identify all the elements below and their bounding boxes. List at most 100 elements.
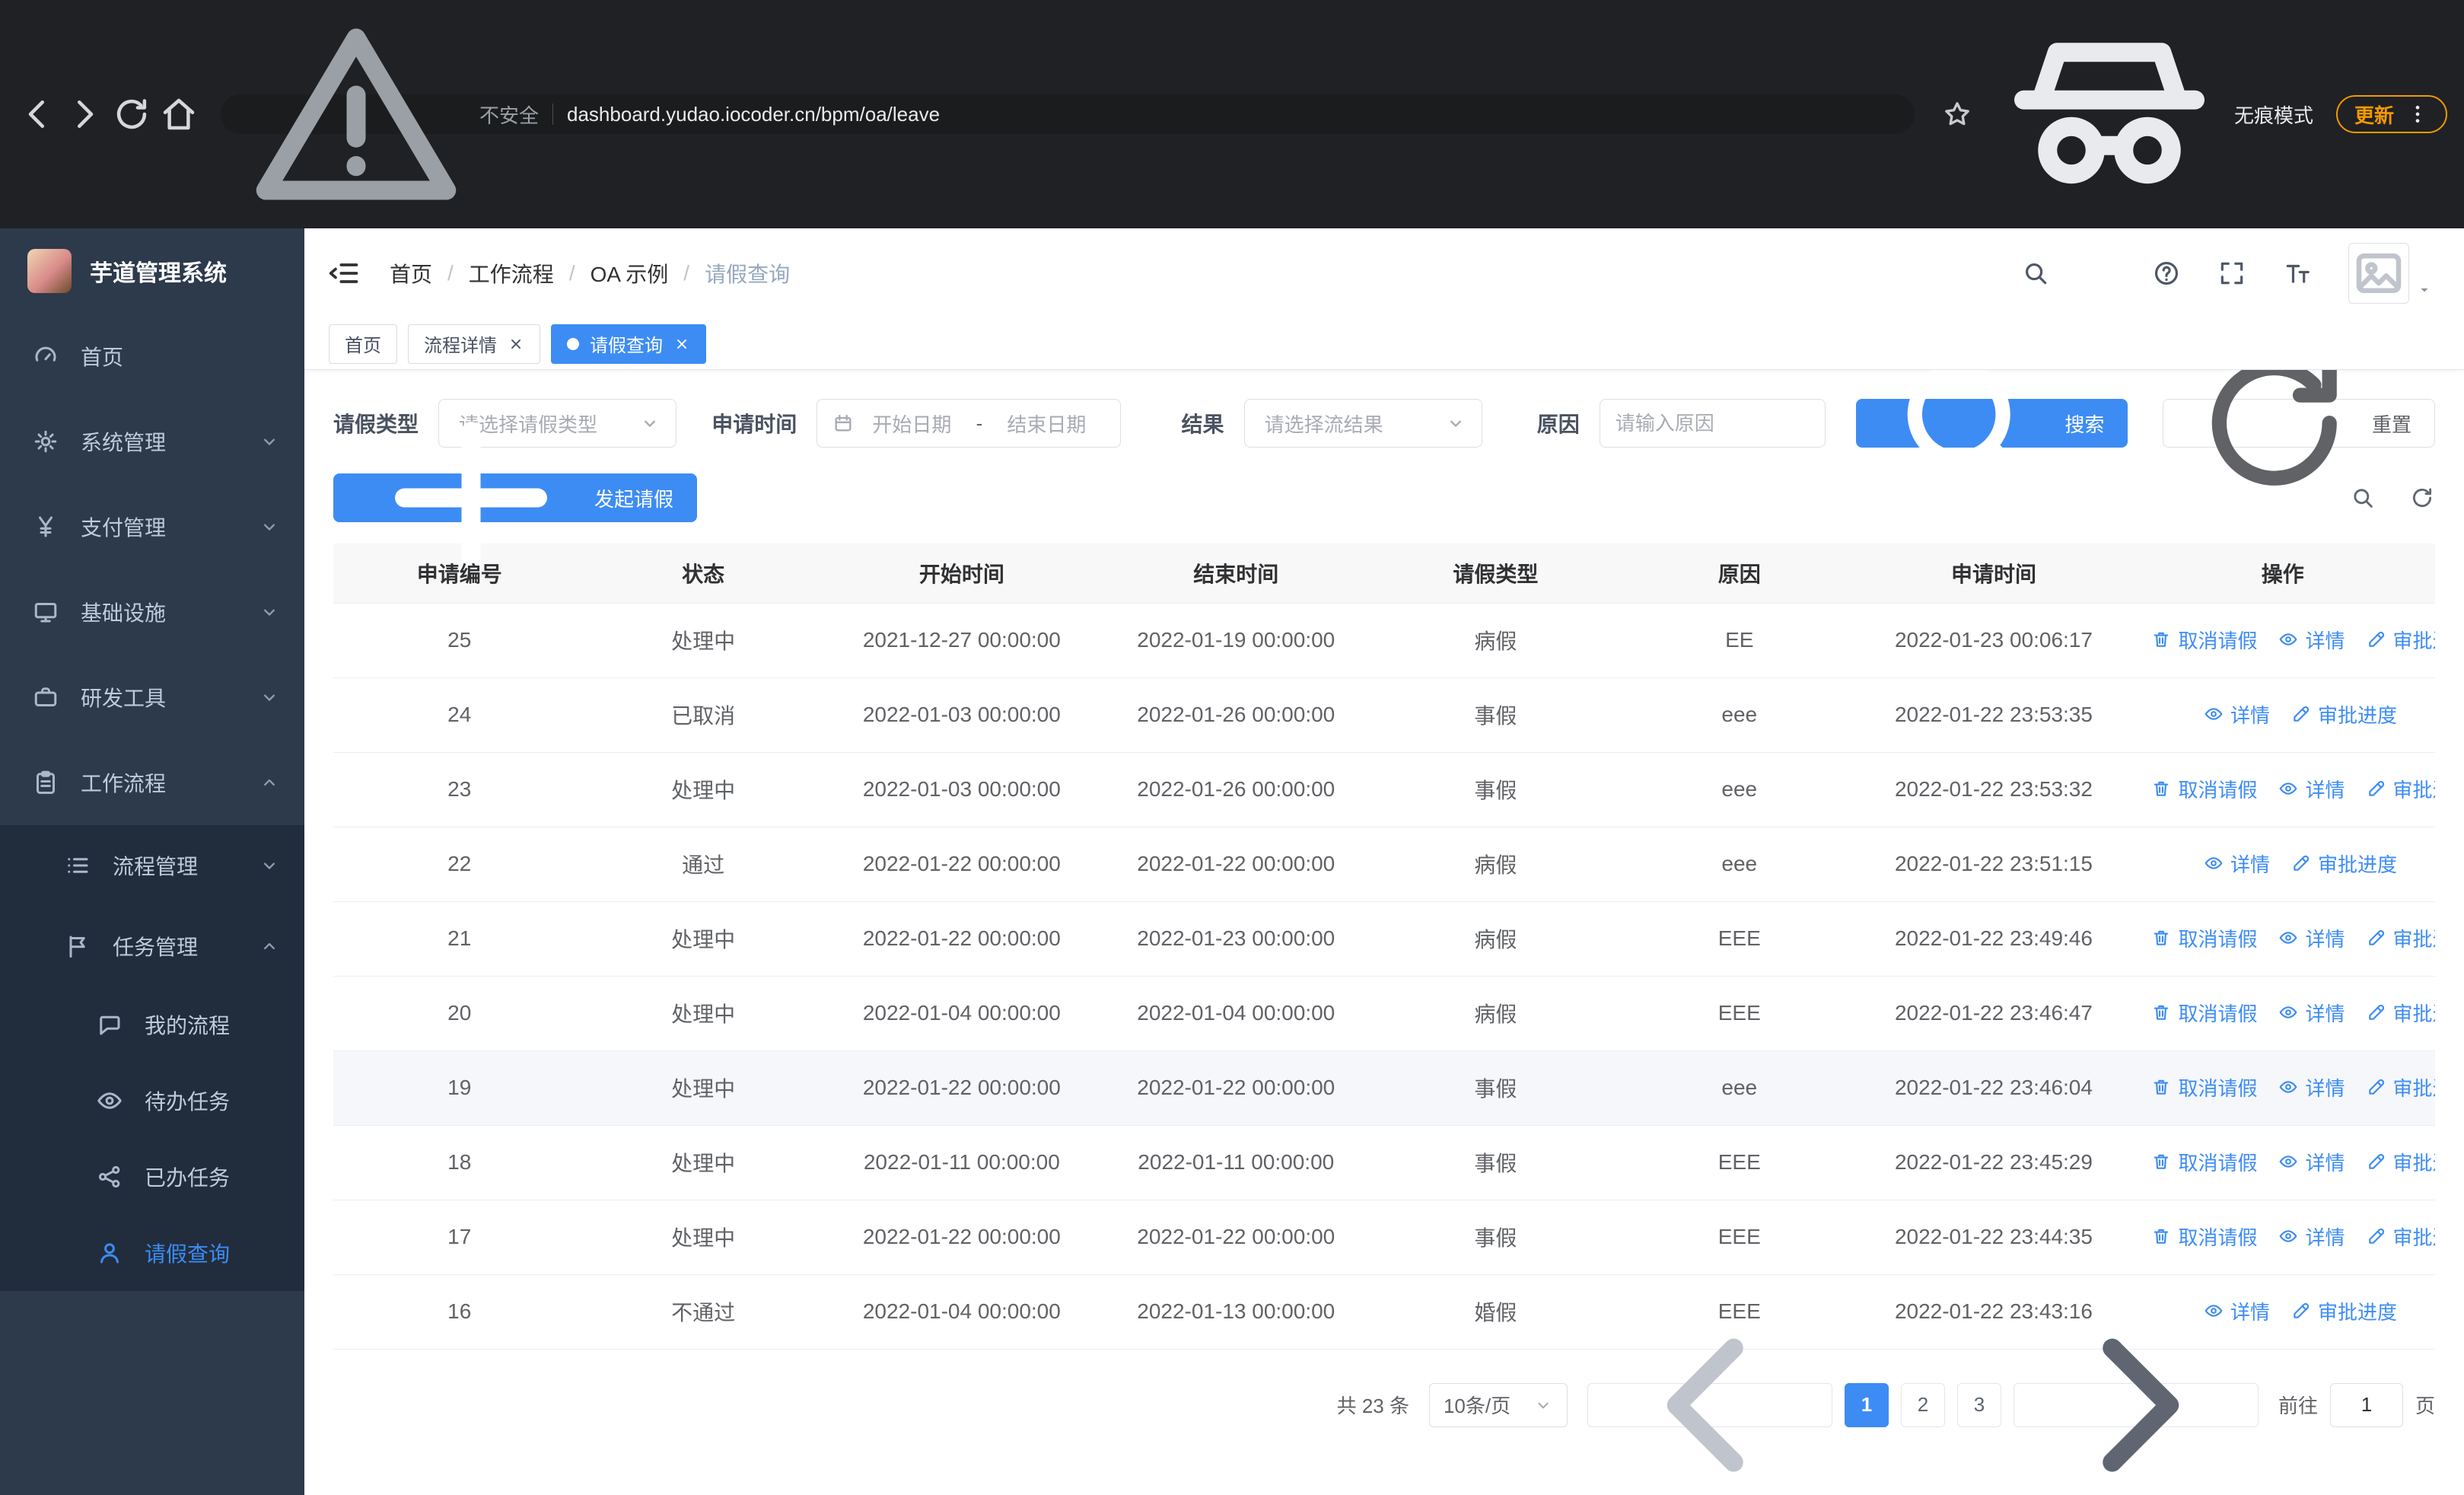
detail-action-link[interactable]: 详情 <box>2278 924 2345 952</box>
bookmark-star-icon[interactable] <box>1942 99 1972 129</box>
result-select[interactable]: 请选择流结果 <box>1243 399 1482 448</box>
close-icon[interactable] <box>673 336 690 352</box>
forward-icon[interactable] <box>64 94 105 135</box>
sidebar-item-task-mgmt[interactable]: 任务管理 <box>0 906 304 987</box>
font-size-icon[interactable] <box>2283 259 2312 288</box>
detail-action-link[interactable]: 详情 <box>2278 1073 2345 1101</box>
detail-action-link[interactable]: 详情 <box>2278 999 2345 1027</box>
cancel-action-link[interactable]: 取消请假 <box>2151 1073 2257 1101</box>
toolbox-icon <box>32 684 59 711</box>
detail-action-link[interactable]: 详情 <box>2278 1222 2345 1251</box>
sidebar-item-infra[interactable]: 基础设施 <box>0 569 304 655</box>
progress-action-link[interactable]: 审批进度 <box>2367 999 2435 1027</box>
pagination: 共 23 条 10条/页 123 前往 1 页 <box>333 1338 2435 1471</box>
cancel-action-link[interactable]: 取消请假 <box>2151 626 2257 654</box>
progress-action-link[interactable]: 审批进度 <box>2291 700 2397 728</box>
cell-end: 2022-01-22 00:00:00 <box>1102 1050 1370 1126</box>
page-button-1[interactable]: 1 <box>1844 1382 1889 1427</box>
progress-action-link[interactable]: 审批进度 <box>2367 1222 2435 1251</box>
action-label: 审批进度 <box>2317 853 2397 876</box>
logo-row[interactable]: 芋道管理系统 <box>0 228 304 314</box>
progress-action-link[interactable]: 审批进度 <box>2367 626 2435 654</box>
prev-page-button[interactable] <box>1587 1338 1832 1471</box>
cancel-action-link[interactable]: 取消请假 <box>2151 999 2257 1027</box>
user-avatar-menu[interactable] <box>2348 243 2432 304</box>
tag-tab[interactable]: 流程详情 <box>408 324 540 364</box>
github-icon[interactable] <box>2087 259 2115 288</box>
apply-time-label: 申请时间 <box>712 413 797 436</box>
sidebar-item-process-mgmt[interactable]: 流程管理 <box>0 825 304 906</box>
back-icon[interactable] <box>17 94 58 135</box>
cell-status: 通过 <box>585 827 821 902</box>
help-icon[interactable] <box>2152 259 2181 288</box>
url-text: dashboard.yudao.iocoder.cn/bpm/oa/leave <box>567 102 941 126</box>
tag-tab[interactable]: 请假查询 <box>551 324 706 364</box>
sidebar-item-payment[interactable]: 支付管理 <box>0 484 304 569</box>
breadcrumb-item[interactable]: 首页 <box>390 258 432 288</box>
progress-action-link[interactable]: 审批进度 <box>2291 1297 2397 1325</box>
menu-dots-icon[interactable] <box>2406 103 2429 126</box>
detail-action-link[interactable]: 详情 <box>2204 700 2270 728</box>
filter-form: 请假类型 请选择请假类型 申请时间 开始日期 - 结束日期 结果 请选择流结果 … <box>333 370 2435 489</box>
reset-button[interactable]: 重置 <box>2163 370 2435 486</box>
cell-id: 18 <box>333 1125 586 1200</box>
cancel-action-link[interactable]: 取消请假 <box>2151 924 2257 952</box>
date-range-picker[interactable]: 开始日期 - 结束日期 <box>817 399 1121 448</box>
page-button-3[interactable]: 3 <box>1956 1382 2001 1427</box>
cell-end: 2022-01-22 00:00:00 <box>1102 1200 1370 1275</box>
avatar[interactable] <box>2348 243 2409 304</box>
progress-action-link[interactable]: 审批进度 <box>2367 1073 2435 1101</box>
progress-action-link[interactable]: 审批进度 <box>2367 775 2435 803</box>
sidebar-item-leave-query[interactable]: 请假查询 <box>0 1215 304 1291</box>
progress-action-link[interactable]: 审批进度 <box>2367 924 2435 952</box>
cell-actions: 详情 审批进度 <box>2130 827 2435 902</box>
sidebar-item-my-process[interactable]: 我的流程 <box>0 987 304 1063</box>
reason-input[interactable] <box>1615 411 1810 435</box>
tag-tab[interactable]: 首页 <box>329 324 397 364</box>
home-icon[interactable] <box>158 94 199 135</box>
breadcrumb-item[interactable]: OA 示例 <box>591 258 669 288</box>
goto-page-input[interactable] <box>2329 1382 2403 1427</box>
trash-icon <box>2151 779 2171 799</box>
action-label: 取消请假 <box>2178 778 2258 802</box>
menu-fold-icon[interactable] <box>327 257 361 290</box>
page-button-2[interactable]: 2 <box>1900 1382 1945 1427</box>
total-count: 共 23 条 <box>1336 1395 1409 1417</box>
cancel-action-link[interactable]: 取消请假 <box>2151 775 2257 803</box>
create-leave-button[interactable]: 发起请假 <box>333 422 698 574</box>
list-icon <box>64 852 91 879</box>
breadcrumb-item[interactable]: 工作流程 <box>469 258 554 288</box>
progress-action-link[interactable]: 审批进度 <box>2367 1148 2435 1176</box>
cell-start: 2022-01-22 00:00:00 <box>820 1200 1103 1275</box>
table-search-icon[interactable] <box>2350 485 2376 511</box>
monitor-icon <box>32 598 59 626</box>
sidebar-item-workflow[interactable]: 工作流程 <box>0 740 304 825</box>
table-refresh-icon[interactable] <box>2409 485 2435 511</box>
address-bar[interactable]: 不安全 dashboard.yudao.iocoder.cn/bpm/oa/le… <box>221 28 1915 200</box>
cancel-action-link[interactable]: 取消请假 <box>2151 1222 2257 1251</box>
sidebar-item-devtools[interactable]: 研发工具 <box>0 655 304 740</box>
close-icon[interactable] <box>508 336 524 352</box>
next-page-button[interactable] <box>2013 1338 2259 1471</box>
fullscreen-icon[interactable] <box>2217 259 2246 288</box>
reload-icon[interactable] <box>111 94 152 135</box>
detail-action-link[interactable]: 详情 <box>2278 1148 2345 1176</box>
sidebar-item-todo-tasks[interactable]: 待办任务 <box>0 1063 304 1139</box>
update-button[interactable]: 更新 <box>2335 95 2447 133</box>
cell-reason: eee <box>1622 827 1858 902</box>
eye-icon <box>2278 630 2298 649</box>
page-size-select[interactable]: 10条/页 <box>1428 1382 1568 1427</box>
cancel-action-link[interactable]: 取消请假 <box>2151 1148 2257 1176</box>
detail-action-link[interactable]: 详情 <box>2278 775 2345 803</box>
detail-action-link[interactable]: 详情 <box>2204 850 2270 878</box>
sidebar-item-done-tasks[interactable]: 已办任务 <box>0 1139 304 1215</box>
security-chip[interactable]: 不安全 <box>242 0 539 228</box>
detail-action-link[interactable]: 详情 <box>2278 626 2345 654</box>
content: 请假类型 请选择请假类型 申请时间 开始日期 - 结束日期 结果 请选择流结果 … <box>304 370 2464 1495</box>
cell-reason: EE <box>1622 603 1858 678</box>
search-icon[interactable] <box>2021 259 2050 288</box>
sidebar-item-home[interactable]: 首页 <box>0 314 304 399</box>
sidebar-item-system[interactable]: 系统管理 <box>0 399 304 484</box>
progress-action-link[interactable]: 审批进度 <box>2291 850 2397 878</box>
search-button[interactable]: 搜索 <box>1855 370 2128 489</box>
